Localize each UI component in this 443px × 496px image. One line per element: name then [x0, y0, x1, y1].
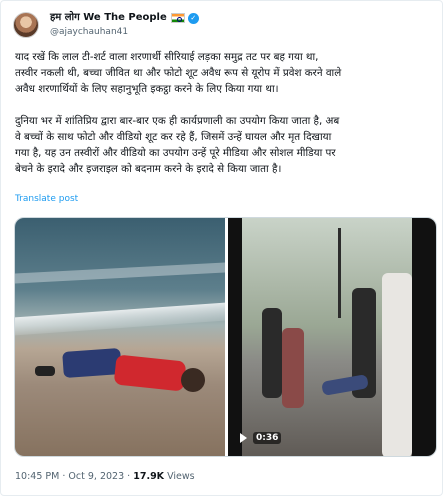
author-info: हम लोग We The People ✓ @ajaychauhan41 [50, 11, 199, 39]
tweet-header: हम लोग We The People ✓ @ajaychauhan41 [13, 9, 199, 41]
lamp-post [338, 228, 341, 318]
play-icon[interactable] [240, 433, 247, 443]
meta-separator: · [62, 471, 66, 482]
child-shoe [35, 366, 55, 376]
video-frame [242, 218, 412, 456]
views-label: Views [167, 471, 195, 482]
beach-photo[interactable] [15, 218, 225, 456]
person-figure [262, 308, 282, 398]
person-figure [382, 273, 412, 456]
video-controls[interactable]: 0:36 [240, 432, 282, 444]
tweet-paragraph-1: याद रखें कि लाल टी-शर्ट वाला शरणार्थी सी… [15, 51, 342, 95]
post-date[interactable]: Oct 9, 2023 [68, 471, 124, 482]
tweet-meta: 10:45 PM · Oct 9, 2023 · 17.9K Views [15, 471, 195, 482]
tweet-text: याद रखें कि लाल टी-शर्ट वाला शरणार्थी सी… [15, 49, 435, 177]
tweet-paragraph-2: दुनिया भर में शांतिप्रिय द्वारा बार-बार … [15, 115, 340, 175]
avatar[interactable] [13, 12, 39, 38]
tweet-card: हम लोग We The People ✓ @ajaychauhan41 या… [0, 0, 443, 496]
verified-badge-icon: ✓ [187, 12, 199, 24]
views-count: 17.9K [133, 471, 165, 482]
post-time[interactable]: 10:45 PM [15, 471, 59, 482]
person-figure [282, 328, 304, 408]
child-figure-shirt [113, 354, 187, 392]
video-duration: 0:36 [253, 432, 282, 444]
sea-wave [15, 262, 225, 284]
display-name[interactable]: हम लोग We The People [50, 11, 167, 25]
translate-post-link[interactable]: Translate post [15, 194, 78, 204]
sea-foam [15, 302, 225, 336]
india-flag-icon [170, 13, 185, 23]
meta-separator: · [127, 471, 131, 482]
child-figure-pants [62, 348, 122, 378]
display-name-row[interactable]: हम लोग We The People ✓ [50, 11, 199, 25]
media-grid: 0:36 [14, 217, 437, 457]
video-thumbnail[interactable]: 0:36 [228, 218, 436, 456]
author-handle[interactable]: @ajaychauhan41 [50, 25, 199, 39]
child-figure-head [181, 368, 205, 392]
